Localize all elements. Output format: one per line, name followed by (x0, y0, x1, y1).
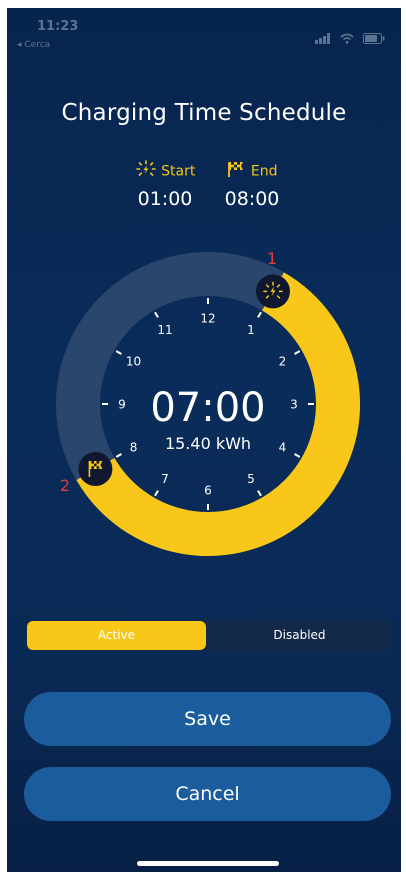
home-indicator (137, 861, 279, 866)
start-pin[interactable] (256, 274, 290, 309)
energy-text: 15.40 kWh (165, 434, 251, 453)
cancel-button[interactable]: Cancel (24, 767, 391, 821)
hour-tick (154, 490, 159, 497)
hour-tick (115, 453, 122, 458)
hour-tick (154, 311, 159, 318)
hour-label: 1 (247, 323, 255, 337)
schedule-dial[interactable]: 121234567891011 07:00 15.40 kWh 1 2 (7, 8, 401, 628)
hour-tick (294, 453, 301, 458)
hour-label: 7 (161, 472, 169, 486)
end-pin-number: 2 (60, 476, 70, 495)
hour-label: 11 (157, 323, 172, 337)
hour-label: 5 (247, 472, 255, 486)
active-toggle[interactable]: Active Disabled (25, 620, 391, 651)
active-option[interactable]: Active (27, 621, 206, 650)
charging-schedule-screen: 11:23 ◂ Cerca Charging Time Schedule Sta… (7, 8, 401, 872)
hour-label: 10 (126, 355, 141, 369)
hour-label: 9 (118, 398, 126, 412)
end-pin[interactable] (78, 452, 113, 486)
disabled-option[interactable]: Disabled (210, 621, 389, 650)
hour-label: 3 (290, 398, 298, 412)
save-button[interactable]: Save (24, 692, 391, 746)
hour-label: 2 (279, 355, 287, 369)
hour-tick (294, 350, 301, 355)
duration-text: 07:00 (150, 385, 265, 431)
start-pin-number: 1 (267, 249, 277, 268)
hour-tick (257, 490, 262, 497)
hour-label: 8 (130, 441, 138, 455)
hour-label: 6 (204, 484, 212, 498)
hour-label: 4 (279, 441, 287, 455)
hour-label: 12 (200, 312, 215, 326)
hour-tick (115, 350, 122, 355)
hour-tick (257, 311, 262, 318)
